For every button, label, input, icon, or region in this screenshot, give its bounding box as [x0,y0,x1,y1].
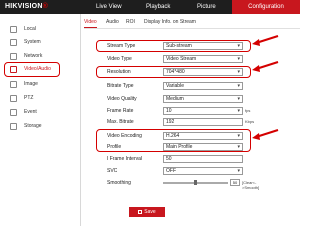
sidebar-item-image[interactable]: Image [0,78,80,91]
i-frame-interval-input[interactable]: 50 [163,155,243,163]
brand-logo: HIKVISION® [5,3,48,10]
stream-type-highlight-box [96,40,251,52]
smoothing-slider-handle[interactable] [194,180,197,185]
video-type-label: Video Type [107,56,132,62]
frame-rate-unit: fps [245,108,251,113]
bitrate-type-select[interactable]: Variable [163,82,243,90]
nav-playback[interactable]: Playback [146,0,176,14]
sidebar-item-system[interactable]: System [0,36,80,49]
tab-video[interactable]: Video [84,18,97,28]
storage-icon [10,123,17,130]
sidebar-item-label: Image [24,81,38,87]
nav-picture[interactable]: Picture [197,0,227,14]
sidebar-item-event[interactable]: Event [0,106,80,119]
tab-roi[interactable]: ROI [126,18,135,27]
encoding-highlight-box [96,129,251,152]
sidebar-highlight-box [4,62,60,77]
network-icon [10,53,17,60]
sidebar-item-ptz[interactable]: PTZ [0,92,80,105]
top-navigation-bar: HIKVISION® Live View Playback Picture Co… [0,0,300,14]
sidebar-item-label: System [24,39,41,45]
nav-configuration[interactable]: Configuration [232,0,300,14]
save-icon [138,210,143,214]
bitrate-type-label: Bitrate Type [107,83,134,89]
sidebar-item-label: Event [24,109,37,115]
ptz-icon [10,95,17,102]
max-bitrate-input[interactable]: 192 [163,118,243,126]
video-type-select[interactable]: Video Stream [163,55,243,63]
sidebar-item-label: Local [24,26,36,32]
max-bitrate-unit: Kbps [245,119,255,124]
event-icon [10,109,17,116]
arrow-resolution-icon [252,61,279,72]
smoothing-slider[interactable] [163,180,228,185]
video-quality-label: Video Quality [107,96,137,102]
frame-rate-select[interactable]: 10 [163,107,243,115]
sidebar-item-label: Storage [24,123,42,129]
smoothing-value[interactable]: 50 [230,179,240,186]
image-icon [10,81,17,88]
tab-audio[interactable]: Audio [106,18,119,27]
svc-select[interactable]: OFF [163,167,243,175]
tab-display-info[interactable]: Display Info. on Stream [144,18,196,27]
i-frame-interval-label: I Frame Interval [107,156,143,162]
system-icon [10,39,17,46]
save-button[interactable]: Save [129,207,165,217]
frame-rate-label: Frame Rate [107,108,134,114]
monitor-icon [10,26,17,33]
smoothing-hint: [Clear<->Smooth] [242,180,260,190]
tab-divider [84,28,300,29]
svc-label: SVC [107,168,118,174]
arrow-stream-type-icon [252,35,279,46]
resolution-highlight-box [96,66,251,78]
nav-live-view[interactable]: Live View [96,0,126,14]
max-bitrate-label: Max. Bitrate [107,119,134,125]
arrow-encoding-icon [252,129,279,140]
sidebar-item-label: PTZ [24,95,34,101]
sidebar-item-local[interactable]: Local [0,23,80,36]
sidebar: Local System Network Video/Audio Image P… [0,14,81,226]
smoothing-label: Smoothing [107,180,131,186]
sidebar-item-storage[interactable]: Storage [0,120,80,133]
video-quality-select[interactable]: Medium [163,95,243,103]
save-button-label: Save [144,209,156,215]
